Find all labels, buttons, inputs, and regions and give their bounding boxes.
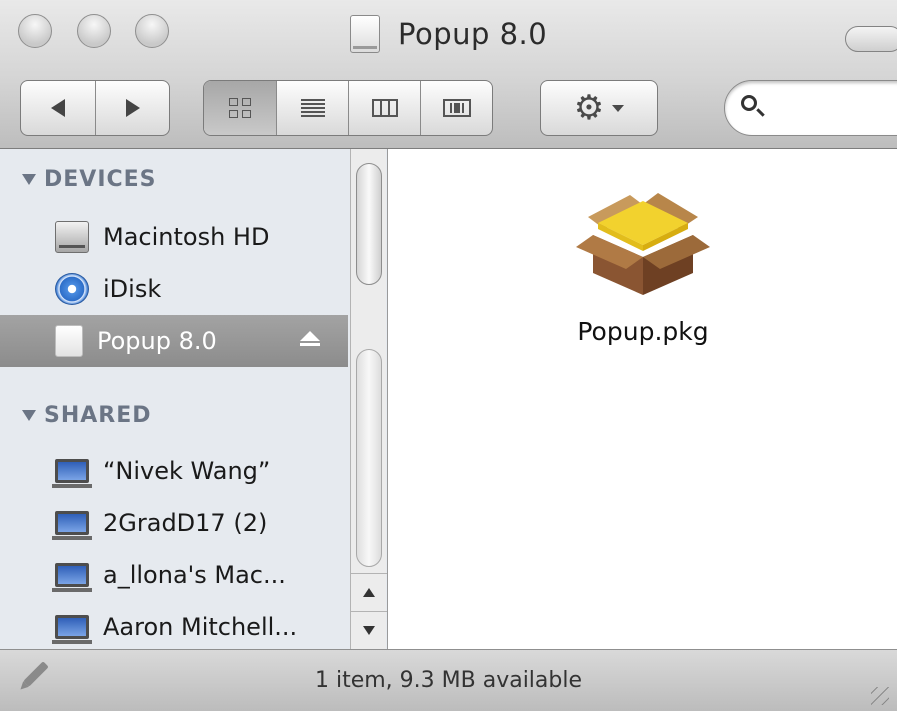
zoom-window-button[interactable] bbox=[135, 14, 169, 48]
disclosure-triangle-icon bbox=[22, 410, 36, 421]
network-computer-icon bbox=[52, 511, 92, 540]
action-menu-button[interactable]: ⚙ bbox=[540, 80, 658, 136]
status-text: 1 item, 9.3 MB available bbox=[314, 668, 583, 693]
network-computer-icon bbox=[52, 615, 92, 644]
sidebar-item-a-llona-mac[interactable]: a_llona's Mac... bbox=[0, 549, 348, 601]
back-arrow-icon bbox=[51, 99, 65, 117]
file-item-label: Popup.pkg bbox=[577, 317, 709, 346]
sidebar-item-aaron-mitchell[interactable]: Aaron Mitchell... bbox=[0, 601, 348, 649]
list-view-button[interactable] bbox=[276, 81, 348, 135]
idisk-icon bbox=[55, 273, 89, 305]
search-input[interactable] bbox=[769, 93, 897, 125]
view-mode-control bbox=[203, 80, 493, 136]
sidebar-item-label: Aaron Mitchell... bbox=[103, 613, 298, 641]
chevron-down-icon bbox=[612, 104, 625, 112]
network-computer-icon bbox=[52, 563, 92, 592]
gear-icon: ⚙ bbox=[573, 88, 605, 128]
resize-grip-icon[interactable] bbox=[871, 687, 889, 705]
eject-icon[interactable] bbox=[300, 331, 320, 346]
arrow-down-icon bbox=[363, 626, 375, 635]
disk-image-icon bbox=[350, 15, 380, 53]
search-icon bbox=[741, 95, 757, 111]
icon-view-button[interactable] bbox=[204, 81, 276, 135]
back-forward-control bbox=[20, 80, 170, 136]
scrollbar-thumb[interactable] bbox=[356, 163, 382, 285]
scroll-down-button[interactable] bbox=[351, 611, 387, 649]
close-window-button[interactable] bbox=[18, 14, 52, 48]
toolbar: Popup 8.0 ⚙ bbox=[0, 0, 897, 149]
sidebar-item-label: Popup 8.0 bbox=[97, 327, 217, 355]
shared-section-header[interactable]: SHARED bbox=[22, 403, 152, 428]
disk-image-icon bbox=[55, 325, 83, 357]
devices-section-header[interactable]: DEVICES bbox=[22, 167, 157, 192]
search-field[interactable] bbox=[724, 80, 897, 136]
network-computer-icon bbox=[52, 459, 92, 488]
scrollbar-track[interactable] bbox=[356, 349, 382, 567]
sidebar-item-nivek-wang[interactable]: “Nivek Wang” bbox=[0, 445, 348, 497]
sidebar-item-label: a_llona's Mac... bbox=[103, 561, 286, 589]
finder-window: Popup 8.0 ⚙ DEVICES Macintosh HD iDisk P… bbox=[0, 0, 897, 711]
sidebar-item-2gradd17[interactable]: 2GradD17 (2) bbox=[0, 497, 348, 549]
hard-drive-icon bbox=[55, 221, 89, 253]
icon-view-icon bbox=[229, 98, 251, 118]
file-item[interactable]: Popup.pkg bbox=[538, 177, 748, 346]
column-view-button[interactable] bbox=[348, 81, 420, 135]
action-menu-content: ⚙ bbox=[541, 81, 657, 135]
file-browser-area[interactable]: Popup.pkg bbox=[388, 149, 897, 649]
status-bar: 1 item, 9.3 MB available bbox=[0, 649, 897, 711]
shared-header-label: SHARED bbox=[44, 403, 152, 428]
forward-button[interactable] bbox=[95, 81, 169, 135]
window-title: Popup 8.0 bbox=[398, 17, 548, 51]
sidebar-item-label: “Nivek Wang” bbox=[103, 457, 271, 485]
window-title-area: Popup 8.0 bbox=[350, 14, 547, 54]
sidebar-item-macintosh-hd[interactable]: Macintosh HD bbox=[0, 211, 348, 263]
toolbar-toggle-button[interactable] bbox=[845, 26, 897, 52]
sidebar-scrollbar[interactable] bbox=[350, 149, 387, 649]
sidebar-item-label: Macintosh HD bbox=[103, 223, 270, 251]
coverflow-view-icon bbox=[442, 99, 471, 117]
forward-arrow-icon bbox=[125, 99, 140, 117]
minimize-window-button[interactable] bbox=[77, 14, 111, 48]
back-button[interactable] bbox=[21, 81, 95, 135]
column-view-icon bbox=[371, 99, 398, 117]
sidebar: DEVICES Macintosh HD iDisk Popup 8.0 SHA… bbox=[0, 149, 388, 649]
sidebar-item-label: 2GradD17 (2) bbox=[103, 509, 268, 537]
disclosure-triangle-icon bbox=[22, 174, 36, 185]
list-view-icon bbox=[300, 99, 325, 117]
devices-header-label: DEVICES bbox=[44, 167, 157, 192]
package-icon bbox=[576, 193, 710, 295]
coverflow-view-button[interactable] bbox=[420, 81, 492, 135]
sidebar-item-popup[interactable]: Popup 8.0 bbox=[0, 315, 348, 367]
arrow-up-icon bbox=[363, 588, 375, 597]
scroll-up-button[interactable] bbox=[351, 573, 387, 611]
sidebar-item-idisk[interactable]: iDisk bbox=[0, 263, 348, 315]
sidebar-item-label: iDisk bbox=[103, 275, 162, 303]
